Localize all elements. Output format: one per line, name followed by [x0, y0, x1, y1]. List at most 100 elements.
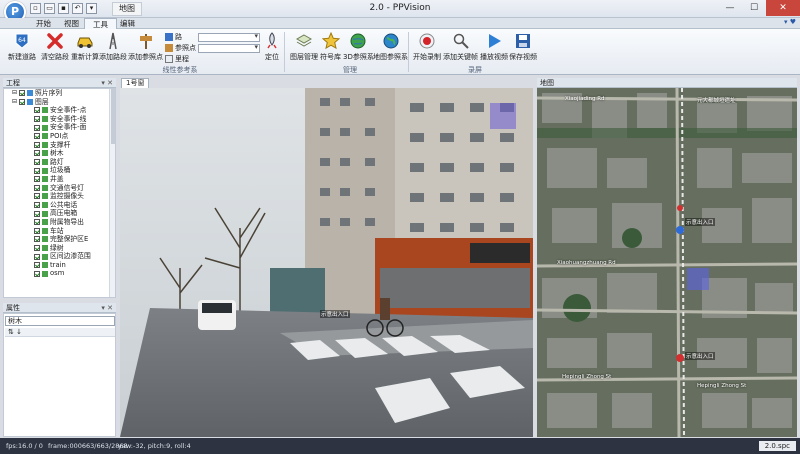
road-add-icon [109, 32, 117, 50]
refpoint-combo[interactable] [198, 43, 260, 53]
layer-checkbox[interactable] [19, 98, 26, 105]
tree-item-label: 垃圾桶 [50, 166, 71, 175]
tree-item-label: 交通信号灯 [50, 183, 84, 192]
layer-checkbox[interactable] [34, 236, 40, 243]
map-annotation-label[interactable]: 示意出入口 [685, 218, 715, 226]
add-reference-point-button[interactable]: 添加参照点 [128, 32, 163, 62]
layer-checkbox[interactable] [34, 202, 40, 209]
map-reference-button[interactable]: 地图参照系 [373, 32, 408, 62]
street-view-image[interactable]: 示意出入口 [120, 88, 533, 437]
add-keyframe-button[interactable]: 添加关键帧 [443, 32, 478, 62]
tab-view[interactable]: 视图 [56, 18, 87, 29]
tab-edit[interactable]: 编辑 [112, 18, 143, 29]
map-label: 元大都城垣遗址 [697, 98, 736, 104]
clear-segments-button[interactable]: 清空路段 [41, 32, 69, 62]
layer-checkbox[interactable] [34, 219, 40, 226]
tree-scrollbar[interactable] [109, 89, 115, 297]
save-icon [516, 34, 530, 48]
start-recording-button[interactable]: 开始录制 [413, 32, 441, 62]
maximize-button[interactable]: ☐ [742, 0, 766, 16]
tree-item[interactable]: 绿树 [4, 244, 115, 253]
tree-item[interactable]: 树木 [4, 149, 115, 158]
tree-item[interactable]: POI点 [4, 132, 115, 141]
layer-checkbox[interactable] [34, 116, 40, 123]
tree-item[interactable]: ⊟ 照片序列 [4, 89, 115, 98]
ribbon-options[interactable]: ▾ ♥ [784, 18, 796, 26]
small-road-item[interactable]: 路 [165, 32, 182, 42]
status-fps: fps:16.0 / 0 [6, 442, 43, 450]
3d-reference-button[interactable]: 3D参照系 [343, 32, 374, 62]
layer-checkbox[interactable] [34, 244, 40, 251]
layer-checkbox[interactable] [34, 210, 40, 217]
layer-manager-button[interactable]: 图层管理 [290, 32, 318, 62]
close-button[interactable]: ✕ [766, 0, 800, 16]
layer-icon [42, 244, 48, 251]
tree-item[interactable]: 安全事件-面 [4, 123, 115, 132]
layer-checkbox[interactable] [34, 193, 40, 200]
new-road-button[interactable]: 64 新建道路 [8, 32, 36, 62]
globe-3d-icon [350, 33, 366, 49]
tree-item[interactable]: 高压电箱 [4, 209, 115, 218]
satellite-map[interactable]: Xiaojiading Rd 元大都城垣遗址 Xiaohuangzhuang R… [537, 88, 797, 437]
layer-checkbox[interactable] [34, 270, 40, 277]
layer-checkbox[interactable] [34, 253, 40, 260]
tree-item[interactable]: train [4, 261, 115, 270]
map-annotation-label[interactable]: 示意出入口 [685, 352, 715, 360]
globe-map-icon [383, 33, 398, 49]
tree-item[interactable]: 井盖 [4, 175, 115, 184]
save-video-button[interactable]: 保存视频 [509, 32, 537, 62]
layer-icon [42, 253, 48, 260]
group-label-linear: 线性参考系 [162, 66, 198, 74]
add-segment-button[interactable]: 添加路段 [99, 32, 127, 62]
locate-button[interactable]: 定位 [263, 32, 281, 62]
property-sort-tools[interactable]: ⇅ ↓ [5, 328, 115, 337]
tree-item[interactable]: 车站 [4, 227, 115, 236]
map-label: Xiaojiading Rd [565, 96, 605, 102]
layer-checkbox[interactable] [34, 141, 40, 148]
tree-item[interactable]: 安全事件-点 [4, 106, 115, 115]
layers-icon [295, 34, 313, 47]
layer-checkbox[interactable] [34, 107, 40, 114]
layer-checkbox[interactable] [34, 262, 40, 269]
group-separator [408, 32, 409, 72]
small-mileage-item[interactable]: 里程 [165, 54, 189, 64]
tree-item[interactable]: 监控摄像头 [4, 192, 115, 201]
layer-checkbox[interactable] [19, 90, 26, 97]
pane-pin-close[interactable]: ▾ ✕ [101, 303, 113, 313]
layer-checkbox[interactable] [34, 150, 40, 157]
tree-item[interactable]: 垃圾桶 [4, 166, 115, 175]
play-video-button[interactable]: 播放视频 [480, 32, 508, 62]
tree-item[interactable]: 支撑杆 [4, 141, 115, 150]
tree-item[interactable]: 区间边渗范围 [4, 252, 115, 261]
small-refpoint-item[interactable]: 参照点 [165, 43, 196, 53]
tree-item[interactable]: osm [4, 269, 115, 278]
recalculate-button[interactable]: 重新计算 [71, 32, 99, 62]
camera-view-tab[interactable]: 1号窗 [121, 78, 150, 88]
pane-pin-close[interactable]: ▾ ✕ [101, 78, 113, 88]
expand-icon[interactable]: ⊟ [12, 98, 17, 107]
tree-item-label: 完整保护区E [50, 235, 89, 244]
layer-checkbox[interactable] [34, 184, 40, 191]
layer-icon [42, 270, 48, 277]
map-label: Hepingli Zhong St [697, 383, 747, 389]
road-combo[interactable] [198, 32, 260, 42]
layer-icon [42, 202, 48, 209]
tab-start[interactable]: 开始 [28, 18, 59, 29]
expand-icon[interactable]: ⊟ [12, 89, 17, 98]
symbol-library-button[interactable]: 符号库 [320, 32, 341, 62]
property-object-select[interactable]: 树木 [5, 316, 115, 326]
tree-item[interactable]: ⊟ 图层 [4, 98, 115, 107]
layer-checkbox[interactable] [34, 124, 40, 131]
window-title: 2.0 - PPVision [369, 3, 431, 13]
tree-item[interactable]: 完整保护区E [4, 235, 115, 244]
layer-checkbox[interactable] [34, 159, 40, 166]
tree-item[interactable]: 附属物导出 [4, 218, 115, 227]
tree-item[interactable]: 交通信号灯 [4, 184, 115, 193]
layer-checkbox[interactable] [34, 167, 40, 174]
minimize-button[interactable]: — [718, 0, 742, 16]
layer-checkbox[interactable] [34, 227, 40, 234]
group-label-manage: 管理 [343, 66, 357, 74]
camera-annotation-label[interactable]: 示意出入口 [320, 310, 350, 318]
layer-checkbox[interactable] [34, 176, 40, 183]
layer-checkbox[interactable] [34, 133, 40, 140]
